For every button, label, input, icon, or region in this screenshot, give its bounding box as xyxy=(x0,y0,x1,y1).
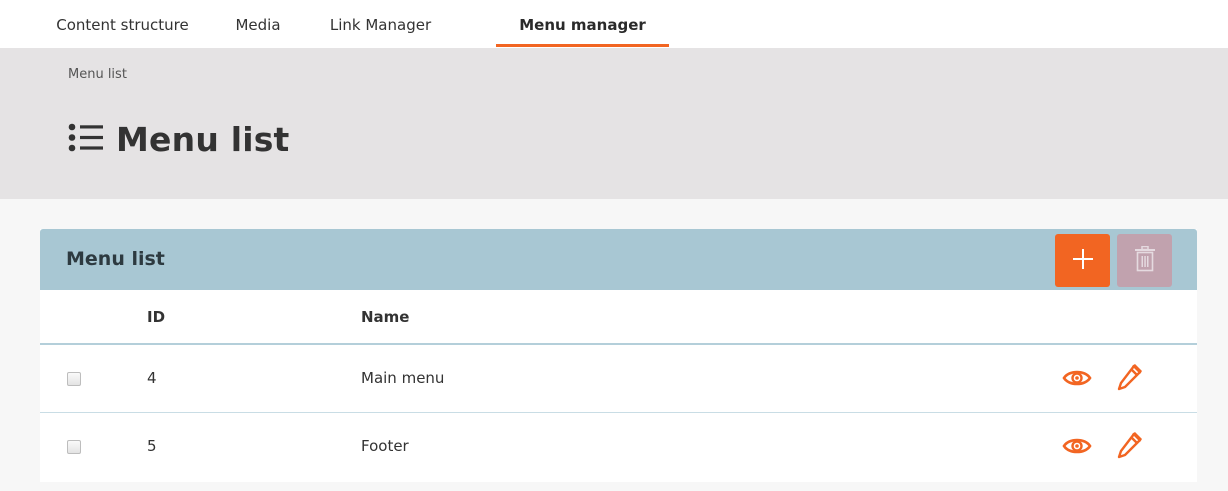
list-icon xyxy=(68,123,104,157)
panel-title: Menu list xyxy=(66,248,165,270)
row-name: Main menu xyxy=(361,369,445,388)
table-row: 4 Main menu xyxy=(40,344,1197,412)
table-header-row: ID Name xyxy=(40,290,1197,344)
breadcrumb[interactable]: Menu list xyxy=(68,67,127,82)
column-header-name[interactable]: Name xyxy=(361,290,1057,344)
row-id: 4 xyxy=(147,369,157,388)
trash-icon xyxy=(1134,245,1156,276)
pencil-icon[interactable] xyxy=(1116,364,1142,392)
plus-icon xyxy=(1072,248,1094,274)
eye-icon[interactable] xyxy=(1062,368,1092,388)
add-menu-button[interactable] xyxy=(1055,234,1110,287)
page-title: Menu list xyxy=(116,120,290,159)
row-actions xyxy=(1057,344,1197,412)
row-actions xyxy=(1057,412,1197,480)
actions-column-header xyxy=(1057,290,1197,344)
tab-content-structure[interactable]: Content structure xyxy=(50,0,195,48)
top-navigation: Content structure Media Link Manager Men… xyxy=(0,0,1228,48)
row-select-cell xyxy=(40,412,147,480)
table-row: 5 Footer xyxy=(40,412,1197,480)
row-name: Footer xyxy=(361,437,409,456)
page-title-group: Menu list xyxy=(68,120,290,159)
tab-link-manager[interactable]: Link Manager xyxy=(323,0,438,48)
tab-media[interactable]: Media xyxy=(230,0,286,48)
column-header-id[interactable]: ID xyxy=(147,290,361,344)
menu-table: ID Name 4 Main menu 5 Footer xyxy=(40,290,1197,480)
row-checkbox[interactable] xyxy=(67,371,81,386)
delete-menu-button[interactable] xyxy=(1117,234,1172,287)
pencil-icon[interactable] xyxy=(1116,432,1142,460)
menu-list-panel: Menu list ID Name 4 Main menu 5 Footer xyxy=(40,229,1197,482)
tab-menu-manager[interactable]: Menu manager xyxy=(496,0,669,48)
row-id: 5 xyxy=(147,437,157,456)
panel-header: Menu list xyxy=(40,229,1197,290)
row-select-cell xyxy=(40,344,147,412)
row-checkbox[interactable] xyxy=(67,439,81,454)
page-header: Menu list Menu list xyxy=(0,48,1228,199)
eye-icon[interactable] xyxy=(1062,436,1092,456)
select-column-header xyxy=(40,290,147,344)
